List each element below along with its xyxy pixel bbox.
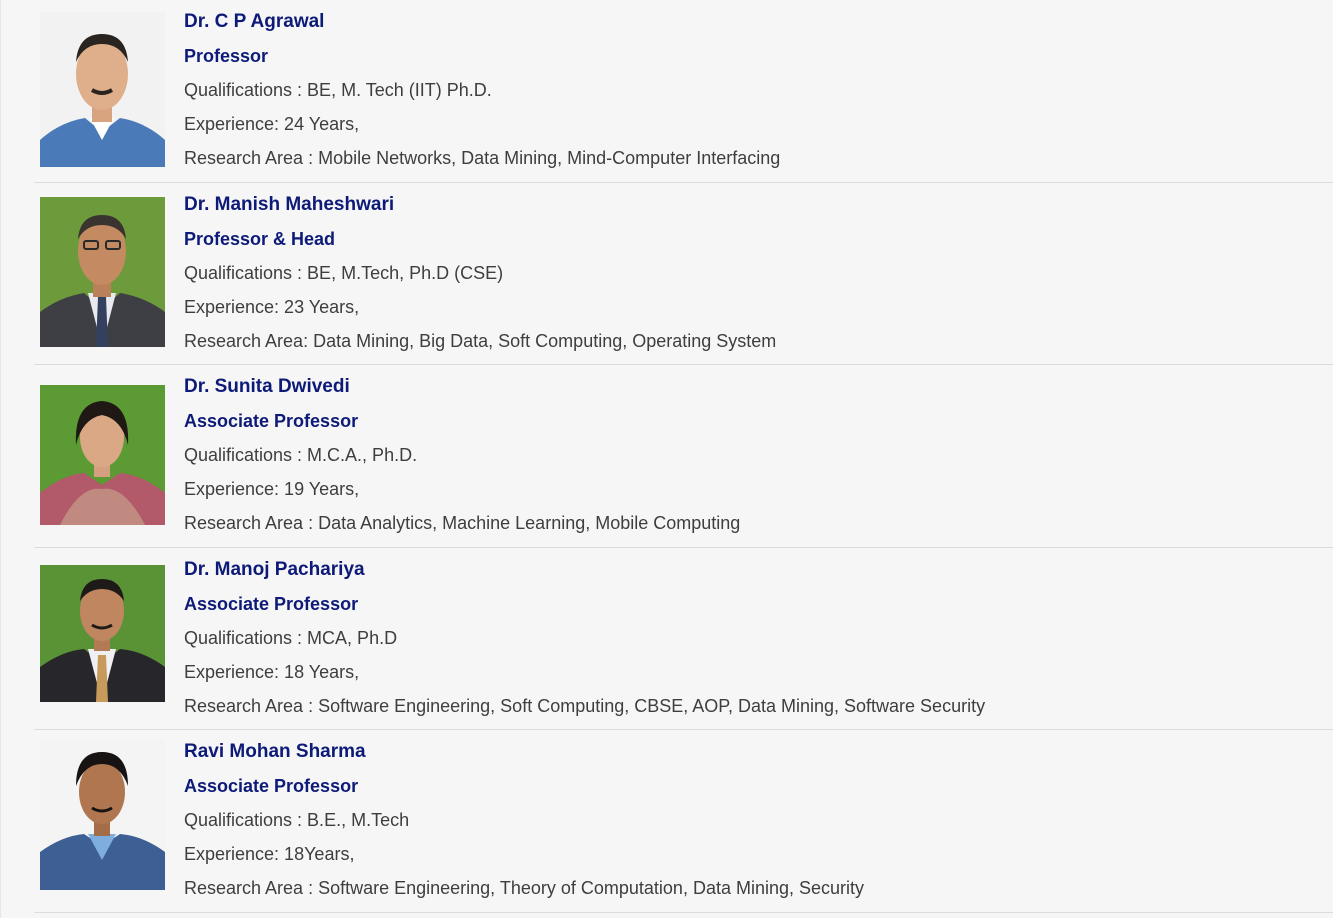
faculty-research-area: Research Area : Mobile Networks, Data Mi… [184,148,781,168]
faculty-list: Dr. C P Agrawal Professor Qualifications… [34,0,1333,913]
faculty-info: Dr. Sunita Dwivedi Associate Professor Q… [184,373,740,543]
faculty-research-area: Research Area : Data Analytics, Machine … [184,513,741,533]
faculty-photo [40,196,165,347]
faculty-experience: Experience: 18Years, [184,844,355,864]
faculty-name[interactable]: Dr. Sunita Dwivedi [184,373,740,407]
faculty-info: Dr. C P Agrawal Professor Qualifications… [184,8,780,178]
faculty-page: Dr. C P Agrawal Professor Qualifications… [0,0,1333,918]
faculty-row: Dr. C P Agrawal Professor Qualifications… [34,0,1333,183]
faculty-research-area: Research Area : Software Engineering, So… [184,695,986,716]
faculty-experience: Experience: 18 Years, [184,661,360,682]
faculty-experience: Experience: 23 Years, [184,296,360,317]
faculty-name[interactable]: Dr. Manish Maheshwari [184,191,776,225]
person-photo-icon [40,740,165,890]
faculty-row: Dr. Manoj Pachariya Associate Professor … [34,548,1333,730]
faculty-row: Dr. Sunita Dwivedi Associate Professor Q… [34,365,1333,548]
faculty-row: Ravi Mohan Sharma Associate Professor Qu… [34,730,1333,913]
faculty-info: Dr. Manish Maheshwari Professor & Head Q… [184,191,776,361]
faculty-name[interactable]: Ravi Mohan Sharma [184,738,864,772]
faculty-photo [40,12,165,167]
faculty-info: Ravi Mohan Sharma Associate Professor Qu… [184,738,864,908]
faculty-name[interactable]: Dr. C P Agrawal [184,8,780,42]
faculty-designation: Professor [184,46,269,66]
faculty-designation: Associate Professor [184,411,359,431]
faculty-qualifications: Qualifications : B.E., M.Tech [184,810,410,830]
faculty-experience: Experience: 19 Years, [184,479,360,499]
faculty-photo [40,385,165,525]
faculty-row: Dr. Manish Maheshwari Professor & Head Q… [34,183,1333,365]
faculty-info: Dr. Manoj Pachariya Associate Professor … [184,556,985,726]
person-photo-icon [40,12,165,167]
faculty-experience: Experience: 24 Years, [184,114,360,134]
faculty-research-area: Research Area: Data Mining, Big Data, So… [184,330,777,351]
faculty-qualifications: Qualifications : M.C.A., Ph.D. [184,445,418,465]
faculty-photo [40,740,165,890]
faculty-name[interactable]: Dr. Manoj Pachariya [184,556,985,590]
faculty-qualifications: Qualifications : BE, M.Tech, Ph.D (CSE) [184,262,504,283]
faculty-designation: Associate Professor [184,593,359,614]
faculty-research-area: Research Area : Software Engineering, Th… [184,878,865,898]
person-photo-icon [40,196,165,347]
faculty-qualifications: Qualifications : MCA, Ph.D [184,627,398,648]
faculty-designation: Associate Professor [184,776,359,796]
person-photo-icon [40,385,165,525]
faculty-photo [40,564,165,702]
faculty-designation: Professor & Head [184,228,336,249]
faculty-qualifications: Qualifications : BE, M. Tech (IIT) Ph.D. [184,80,492,100]
person-photo-icon [40,564,165,702]
